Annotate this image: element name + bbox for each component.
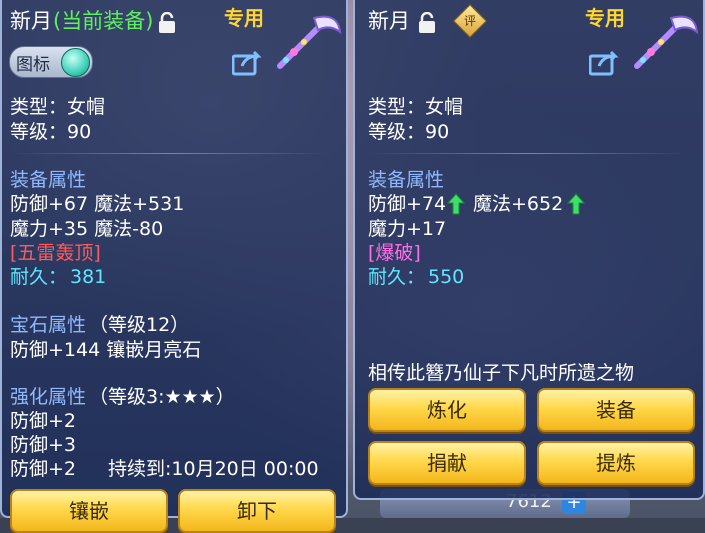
icon-toggle[interactable]: 图标 <box>9 46 93 78</box>
durability-label: 耐久： <box>10 266 68 288</box>
equip-attr-title: 装备属性 <box>368 169 445 191</box>
duration-label: 持续到:10月20日 00:00 <box>108 458 319 480</box>
donate-button[interactable]: 捐献 <box>368 441 526 485</box>
level-line: 等级：90 <box>368 121 450 143</box>
gem-level: （等级12） <box>89 314 190 336</box>
attr-def: 防御+74 <box>368 193 447 215</box>
special-effect: [五雷轰顶] <box>10 242 101 264</box>
equipped-tag: (当前装备) <box>53 9 154 33</box>
weapon-icon <box>277 15 342 69</box>
enhance-attr-title: 强化属性 <box>10 386 87 408</box>
green-up-arrow-icon <box>447 193 465 215</box>
equipped-item-panel: 新月 (当前装备) 专用 图标 类型：女帽 等级：90 装备属性 防御+67 魔… <box>0 0 348 533</box>
share-icon[interactable] <box>589 50 621 76</box>
lock-icon[interactable] <box>417 12 437 34</box>
gem-line: 防御+144 镶嵌月亮石 <box>10 339 202 361</box>
divider <box>10 153 330 154</box>
icon-toggle-label: 图标 <box>16 55 50 75</box>
attr-line-1: 防御+67 魔法+531 <box>10 193 185 215</box>
item-description: 相传此簪乃仙子下凡时所遗之物 <box>368 362 635 384</box>
durability-value: 381 <box>70 266 107 288</box>
enhance-level: （等级3:★★★） <box>89 386 235 408</box>
attr-line-2: 魔力+17 <box>368 218 447 240</box>
green-up-arrow-icon <box>567 193 585 215</box>
refine-button[interactable]: 炼化 <box>368 388 526 432</box>
exclusive-label: 专用 <box>224 6 264 30</box>
type-line: 类型：女帽 <box>368 96 464 118</box>
inlay-button[interactable]: 镶嵌 <box>10 489 168 533</box>
gem-attr-title: 宝石属性 <box>10 314 87 336</box>
remove-button[interactable]: 卸下 <box>178 489 336 533</box>
lock-icon[interactable] <box>157 12 177 34</box>
weapon-icon <box>634 15 699 69</box>
compare-item-panel: 新月 专用 类型：女帽 等级：90 装备属性 防御+74 魔法+652 魔力+1… <box>353 0 705 500</box>
divider <box>368 153 688 154</box>
durability-value: 550 <box>428 266 465 288</box>
rating-badge-label: 评 <box>463 14 476 28</box>
icon-toggle-ball <box>61 48 90 77</box>
special-effect: [爆破] <box>368 242 421 264</box>
item-name: 新月 <box>368 9 410 33</box>
equip-button[interactable]: 装备 <box>537 388 695 432</box>
durability-label: 耐久： <box>368 266 426 288</box>
item-name: 新月 <box>10 9 52 33</box>
equip-attr-title: 装备属性 <box>10 169 87 191</box>
enhance-line-1: 防御+2 <box>10 410 77 432</box>
enhance-line-3: 防御+2 <box>10 458 77 480</box>
exclusive-label: 专用 <box>585 6 625 30</box>
extract-button[interactable]: 提炼 <box>537 441 695 485</box>
attr-line-2: 魔力+35 魔法-80 <box>10 218 164 240</box>
level-line: 等级：90 <box>10 121 92 143</box>
type-line: 类型：女帽 <box>10 96 106 118</box>
share-icon[interactable] <box>232 50 264 76</box>
enhance-line-2: 防御+3 <box>10 434 77 456</box>
attr-magic: 魔法+652 <box>473 193 564 215</box>
